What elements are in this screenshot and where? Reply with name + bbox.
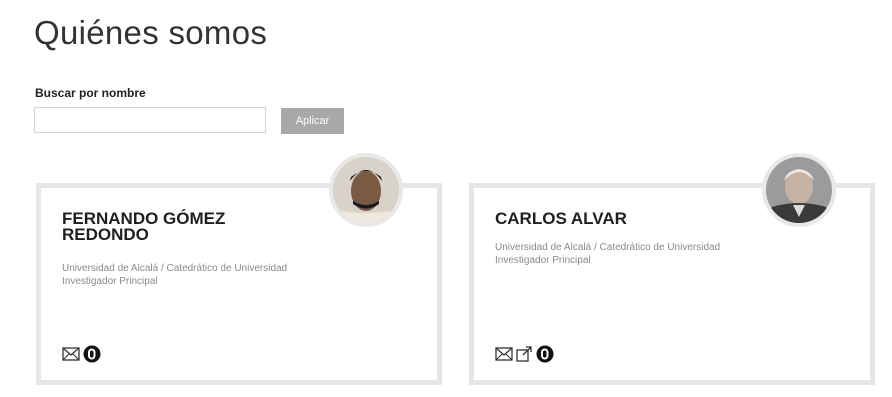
search-input[interactable] bbox=[34, 107, 266, 133]
member-name[interactable]: FERNANDO GÓMEZ REDONDO bbox=[62, 210, 292, 243]
envelope-icon[interactable] bbox=[62, 347, 80, 361]
apply-button[interactable]: Aplicar bbox=[281, 108, 344, 134]
member-affiliation: Universidad de Alcalá / Catedrático de U… bbox=[62, 262, 362, 288]
orcid-icon[interactable] bbox=[83, 345, 101, 363]
search-label: Buscar por nombre bbox=[35, 86, 146, 100]
member-links bbox=[62, 345, 101, 363]
orcid-icon[interactable] bbox=[536, 345, 554, 363]
member-role-line: Investigador Principal bbox=[495, 255, 591, 266]
external-link-icon[interactable] bbox=[516, 346, 533, 362]
avatar bbox=[762, 153, 836, 227]
avatar bbox=[329, 153, 403, 227]
page-title: Quiénes somos bbox=[34, 14, 268, 51]
member-affiliation: Universidad de Alcalá / Catedrático de U… bbox=[495, 241, 795, 267]
member-affiliation-line: Universidad de Alcalá / Catedrático de U… bbox=[495, 242, 721, 253]
member-affiliation-line: Universidad de Alcalá / Catedrático de U… bbox=[62, 263, 288, 274]
envelope-icon[interactable] bbox=[495, 347, 513, 361]
member-name[interactable]: CARLOS ALVAR bbox=[495, 210, 725, 227]
member-links bbox=[495, 345, 554, 363]
member-role-line: Investigador Principal bbox=[62, 276, 158, 287]
